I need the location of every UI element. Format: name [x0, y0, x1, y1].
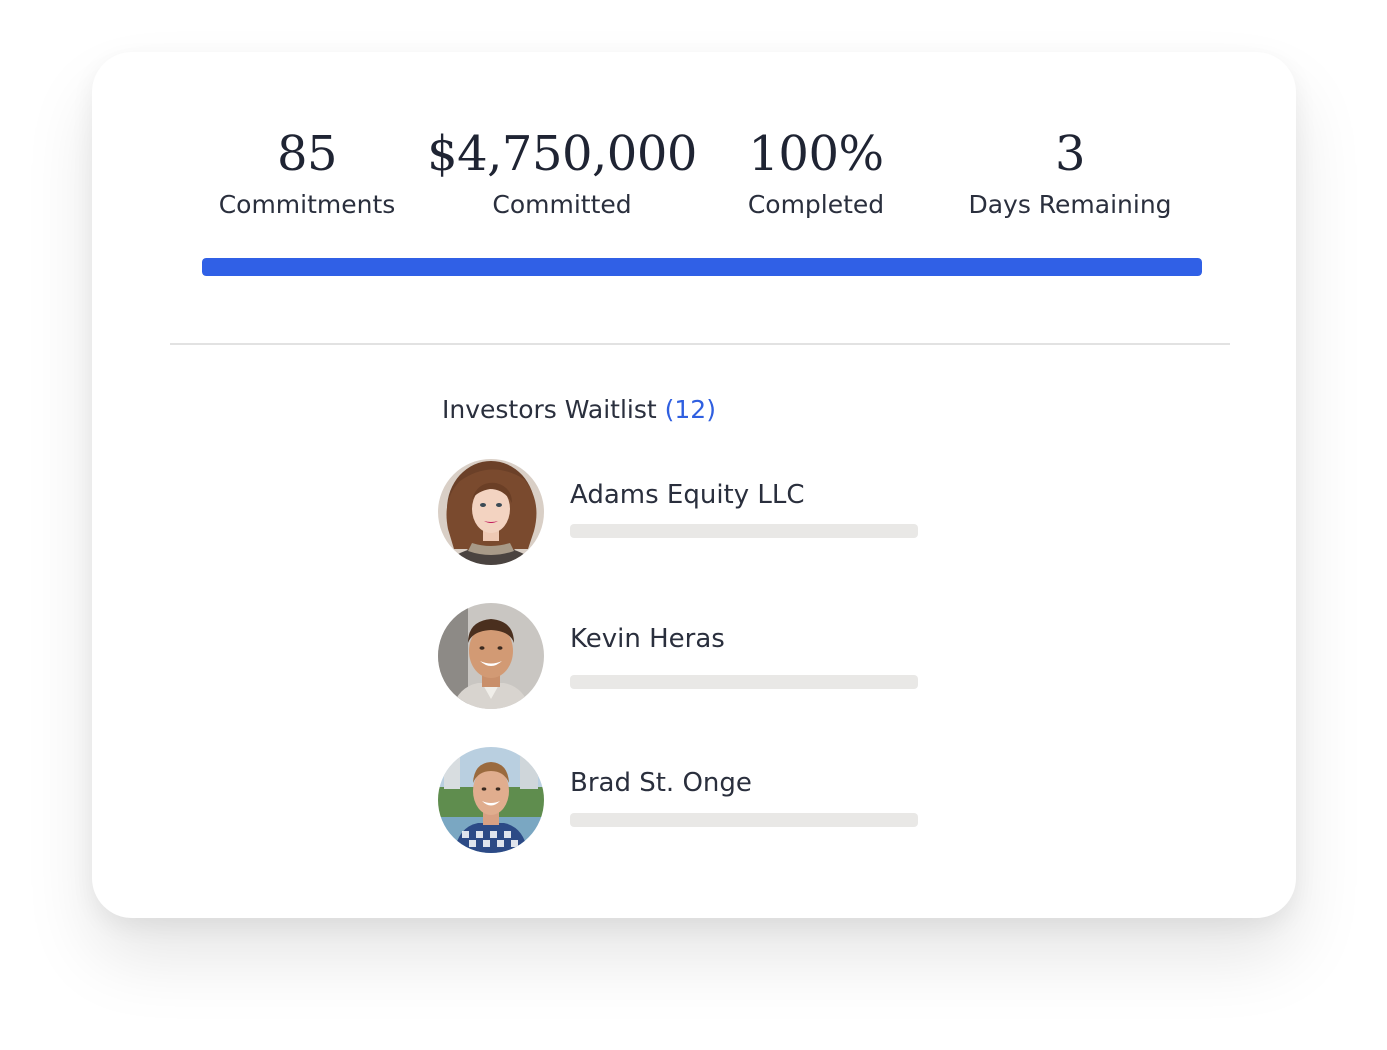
stat-label: Days Remaining: [968, 190, 1172, 219]
avatar: [438, 459, 544, 565]
funding-progress-fill: [202, 258, 1202, 276]
investor-row[interactable]: Adams Equity LLC: [438, 459, 1038, 567]
campaign-summary-card: 85 Commitments $4,750,000 Committed 100%…: [92, 52, 1296, 918]
placeholder-bar: [570, 524, 918, 538]
investor-name: Brad St. Onge: [570, 768, 752, 798]
placeholder-bar: [570, 675, 918, 689]
investor-name: Adams Equity LLC: [570, 480, 805, 510]
investor-row[interactable]: Brad St. Onge: [438, 747, 1038, 855]
waitlist-title: Investors Waitlist: [442, 395, 657, 424]
stat-value: 3: [1054, 126, 1086, 182]
section-divider: [170, 343, 1230, 345]
avatar: [438, 747, 544, 853]
avatar: [438, 603, 544, 709]
stat-days-remaining: 3 Days Remaining: [920, 124, 1220, 220]
waitlist-count: (12): [664, 395, 716, 424]
investor-name: Kevin Heras: [570, 624, 725, 654]
investor-row[interactable]: Kevin Heras: [438, 603, 1038, 711]
waitlist-heading: Investors Waitlist (12): [442, 394, 716, 426]
placeholder-bar: [570, 813, 918, 827]
funding-progress-bar: [202, 258, 1202, 276]
